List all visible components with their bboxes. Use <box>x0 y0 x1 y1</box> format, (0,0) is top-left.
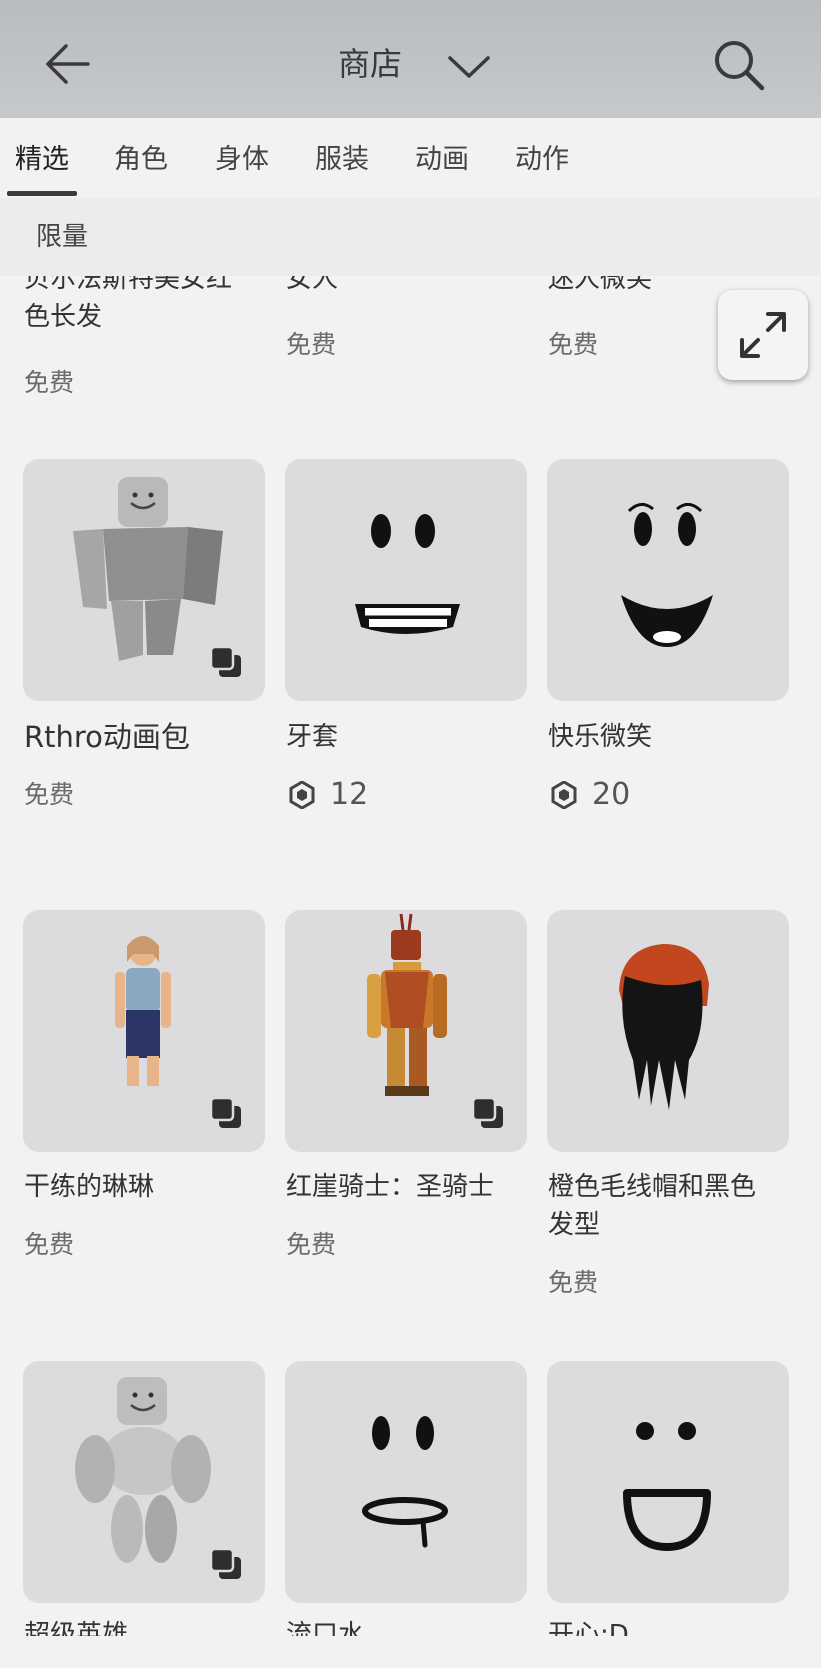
robux-icon <box>289 781 315 809</box>
sub-filter-bar: 限量 <box>0 198 821 276</box>
item-price: 免费 <box>548 330 599 359</box>
item-name[interactable]: Rthro动画包 <box>24 718 254 756</box>
category-tabs: 精选 角色 身体 服装 动画 动作 <box>0 118 821 198</box>
item-name[interactable]: 干练的琳琳 <box>24 1168 254 1206</box>
price-value: 12 <box>330 777 369 812</box>
tab-animations[interactable]: 动画 <box>415 142 469 178</box>
top-bar: 商店 <box>0 0 821 118</box>
robux-icon <box>551 781 577 809</box>
beanie-hair-image <box>619 944 709 1110</box>
item-price: 20 <box>550 778 630 812</box>
tab-featured[interactable]: 精选 <box>15 142 69 178</box>
braces-face-image <box>355 514 460 634</box>
item-thumbnail-redcliff-knight[interactable] <box>285 910 527 1152</box>
item-price: 免费 <box>548 1268 599 1297</box>
item-thumbnail-drool[interactable] <box>285 1361 527 1603</box>
page-title[interactable]: 商店 <box>338 44 402 84</box>
back-arrow-icon[interactable] <box>44 40 92 88</box>
item-thumbnail-rthro-animation[interactable] <box>23 459 265 701</box>
search-icon[interactable] <box>710 36 766 92</box>
item-price: 12 <box>288 778 368 812</box>
item-name[interactable]: 女人 <box>286 276 516 298</box>
item-name[interactable]: 超级英雄 <box>24 1616 254 1636</box>
item-thumbnail-superhero[interactable] <box>23 1361 265 1603</box>
item-price: 免费 <box>24 780 75 809</box>
drool-face-image <box>362 1416 448 1548</box>
item-name[interactable]: 牙套 <box>286 718 516 756</box>
tab-emotes[interactable]: 动作 <box>515 142 569 178</box>
chevron-down-icon[interactable] <box>446 48 492 84</box>
d-face-image <box>623 1422 711 1551</box>
item-grid[interactable]: 贝尔法斯特美女红色长发 免费 女人 免费 迷人微笑 免费 Rthro动画包 免费 <box>0 276 821 1636</box>
subtab-limited[interactable]: 限量 <box>36 220 88 254</box>
item-name[interactable]: 开心:D <box>548 1616 778 1636</box>
item-thumbnail-happy-smile[interactable] <box>547 459 789 701</box>
bottom-bar <box>0 1636 821 1668</box>
tab-clothing[interactable]: 服装 <box>315 142 369 178</box>
item-price: 免费 <box>24 368 75 397</box>
expand-icon <box>740 312 786 358</box>
item-name[interactable]: 橙色毛线帽和黑色发型 <box>548 1168 778 1244</box>
item-thumbnail-linlin[interactable] <box>23 910 265 1152</box>
price-value: 20 <box>592 777 631 812</box>
item-price: 免费 <box>286 330 337 359</box>
bundle-icon <box>209 1096 241 1128</box>
active-tab-indicator <box>7 191 77 196</box>
happy-face-image <box>621 503 713 647</box>
bundle-icon <box>209 1547 241 1579</box>
item-name[interactable]: 红崖骑士：圣骑士 <box>286 1168 516 1206</box>
bundle-icon <box>471 1096 503 1128</box>
tab-characters[interactable]: 角色 <box>114 142 168 178</box>
item-name[interactable]: 快乐微笑 <box>548 718 778 756</box>
bundle-icon <box>209 645 241 677</box>
item-thumbnail-braces[interactable] <box>285 459 527 701</box>
item-thumbnail-happy-d[interactable] <box>547 1361 789 1603</box>
item-name[interactable]: 流口水 <box>286 1616 516 1636</box>
item-price: 免费 <box>286 1230 337 1259</box>
item-thumbnail-orange-beanie-hair[interactable] <box>547 910 789 1152</box>
expand-button[interactable] <box>718 290 808 380</box>
tab-body[interactable]: 身体 <box>215 142 269 178</box>
item-name[interactable]: 贝尔法斯特美女红色长发 <box>24 276 254 336</box>
item-price: 免费 <box>24 1230 75 1259</box>
